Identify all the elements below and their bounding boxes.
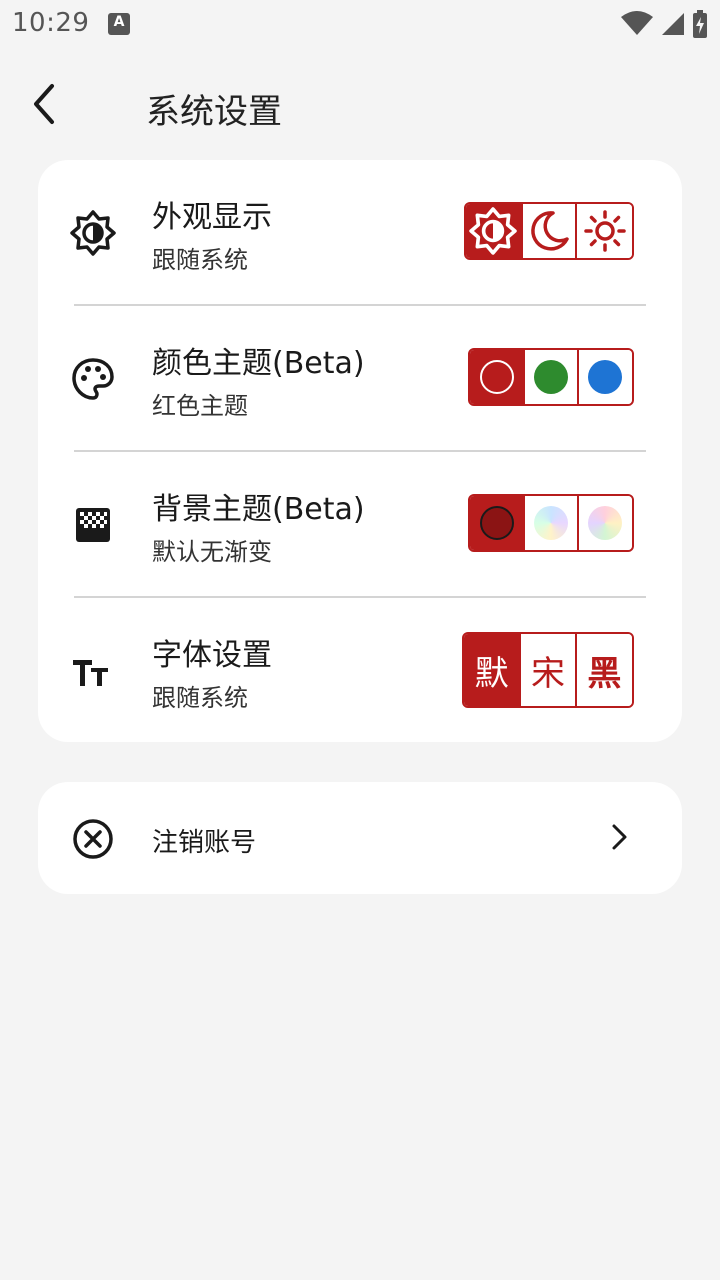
text-size-icon bbox=[73, 660, 108, 686]
light-mode-icon bbox=[583, 210, 626, 252]
green-swatch bbox=[534, 360, 568, 394]
red-swatch bbox=[479, 360, 514, 394]
gradient-pink-swatch bbox=[588, 506, 623, 540]
page-title: 系统设置 bbox=[146, 92, 282, 132]
background-option-gradient-blue[interactable] bbox=[525, 496, 579, 550]
follow-system-icon bbox=[469, 207, 518, 255]
color-theme-selector bbox=[468, 348, 634, 406]
appearance-option-dark[interactable] bbox=[522, 204, 578, 258]
setting-subtitle: 红色主题 bbox=[152, 392, 248, 420]
color-option-blue[interactable] bbox=[578, 350, 632, 404]
font-option-hei[interactable]: 黑 bbox=[576, 634, 632, 706]
gradient-icon bbox=[76, 508, 110, 542]
app-bar: 系统设置 bbox=[0, 60, 720, 150]
deactivate-account-label: 注销账号 bbox=[152, 828, 257, 858]
setting-subtitle: 跟随系统 bbox=[152, 684, 248, 712]
setting-title: 外观显示 bbox=[152, 200, 272, 235]
setting-background-theme[interactable]: 背景主题(Beta) 默认无渐变 bbox=[38, 452, 682, 598]
blue-swatch bbox=[588, 360, 623, 394]
wifi-icon bbox=[621, 11, 653, 35]
status-time: 10:29 bbox=[12, 8, 90, 38]
setting-subtitle: 跟随系统 bbox=[152, 246, 248, 274]
back-arrow-icon bbox=[34, 84, 54, 124]
font-option-song[interactable]: 宋 bbox=[521, 634, 577, 706]
appearance-selector bbox=[464, 202, 634, 260]
setting-appearance[interactable]: 外观显示 跟随系统 bbox=[38, 160, 682, 306]
font-option-default[interactable]: 默 bbox=[464, 634, 522, 706]
signal-icon bbox=[662, 13, 684, 35]
battery-icon bbox=[693, 10, 707, 38]
deactivate-account-row[interactable]: 注销账号 bbox=[38, 782, 682, 894]
setting-title: 字体设置 bbox=[152, 638, 272, 673]
setting-color-theme[interactable]: 颜色主题(Beta) 红色主题 bbox=[38, 306, 682, 452]
color-option-green[interactable] bbox=[525, 350, 579, 404]
font-selector: 默 宋 黑 bbox=[462, 632, 634, 708]
background-theme-selector bbox=[468, 494, 634, 552]
color-option-red[interactable] bbox=[470, 350, 526, 404]
setting-title: 背景主题(Beta) bbox=[152, 492, 365, 527]
setting-title: 颜色主题(Beta) bbox=[152, 346, 365, 381]
status-bar: 10:29 A bbox=[0, 0, 720, 48]
chevron-right-icon bbox=[612, 824, 627, 850]
cancel-circle-icon bbox=[73, 819, 113, 859]
brightness-auto-icon bbox=[70, 210, 116, 256]
palette-icon bbox=[72, 358, 114, 400]
status-icons bbox=[620, 10, 708, 38]
background-option-gradient-pink[interactable] bbox=[578, 496, 632, 550]
account-card: 注销账号 bbox=[38, 782, 682, 894]
appearance-option-light[interactable] bbox=[577, 204, 632, 258]
gradient-blue-swatch bbox=[534, 506, 568, 540]
back-button[interactable] bbox=[22, 80, 70, 128]
notification-icon: A bbox=[108, 13, 130, 35]
background-option-default[interactable] bbox=[470, 496, 526, 550]
dark-red-swatch bbox=[479, 506, 514, 540]
settings-card: 外观显示 跟随系统 颜色主题(Beta) 红色主题 背景主题(Beta) 默认无… bbox=[38, 160, 682, 742]
setting-font[interactable]: 字体设置 跟随系统 默 宋 黑 bbox=[38, 598, 682, 744]
dark-mode-icon bbox=[531, 211, 569, 251]
appearance-option-follow-system[interactable] bbox=[466, 204, 523, 258]
setting-subtitle: 默认无渐变 bbox=[152, 538, 272, 566]
